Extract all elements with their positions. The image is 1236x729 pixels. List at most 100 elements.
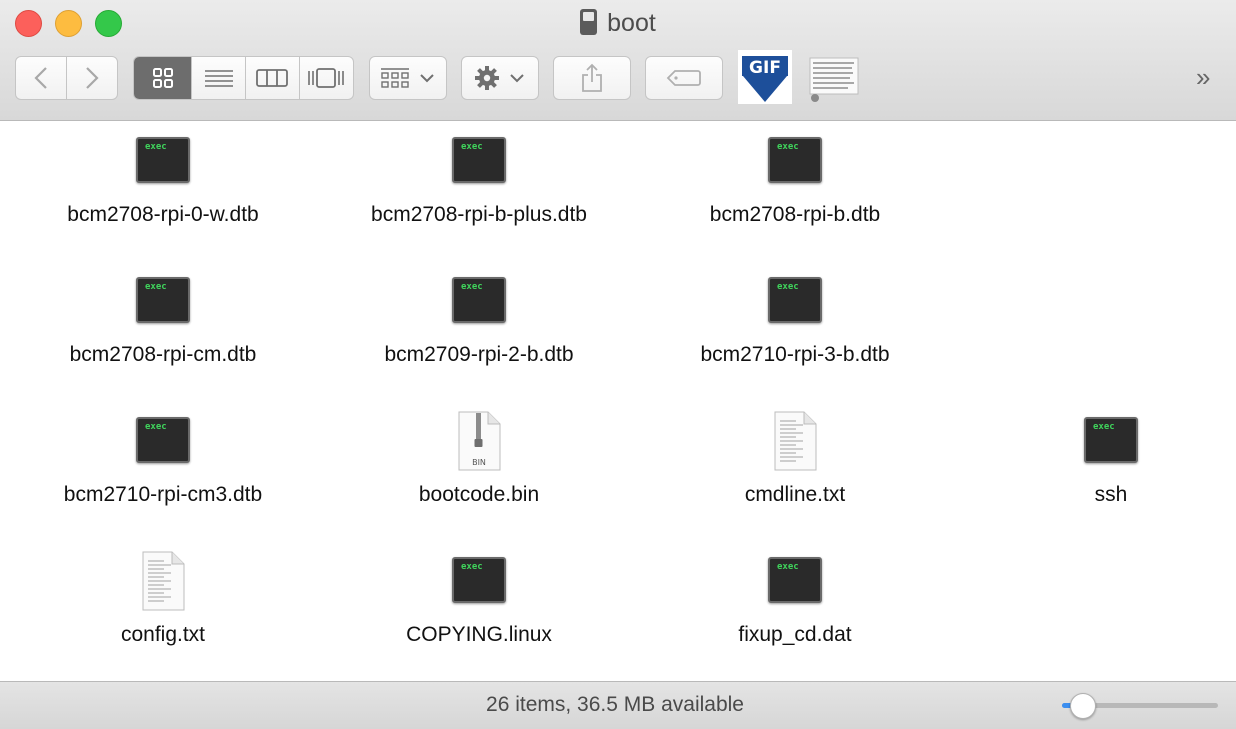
file-item[interactable]: exec bcm2710-rpi-cm3.dtb bbox=[13, 417, 313, 507]
exec-icon-label: exec bbox=[461, 142, 483, 152]
file-icon-wrap: exec bbox=[134, 137, 192, 187]
file-icon-wrap: exec bbox=[134, 417, 192, 467]
list-view-button[interactable] bbox=[192, 57, 246, 99]
window-title-text: boot bbox=[607, 9, 656, 37]
file-icon-wrap bbox=[134, 551, 192, 611]
file-name-label: bcm2708-rpi-b-plus.dtb bbox=[371, 203, 587, 226]
icon-view-button[interactable] bbox=[134, 57, 193, 99]
file-item[interactable]: config.txt bbox=[13, 551, 313, 647]
file-icon-grid: exec bcm2708-rpi-0-w.dtb exec bcm2708-rpi-b… bbox=[0, 121, 1236, 681]
file-name-label: COPYING.linux bbox=[406, 623, 552, 646]
file-name-label: bcm2708-rpi-cm.dtb bbox=[69, 343, 257, 366]
chevron-left-icon bbox=[34, 67, 47, 89]
exec-icon-label: exec bbox=[777, 282, 799, 292]
gear-icon bbox=[475, 66, 499, 90]
toolbar-overflow-button[interactable]: » bbox=[1196, 62, 1210, 93]
gif-app-icon[interactable]: GIF bbox=[738, 50, 792, 104]
file-item[interactable]: exec bcm2710-rpi-3-b.dtb bbox=[645, 277, 945, 367]
coverflow-view-icon bbox=[308, 68, 345, 88]
binary-file-icon: BIN bbox=[458, 411, 501, 471]
chevron-right-icon bbox=[85, 67, 99, 89]
executable-file-icon: exec bbox=[768, 137, 822, 183]
column-view-icon bbox=[256, 69, 289, 87]
file-name-label: bcm2708-rpi-0-w.dtb bbox=[67, 203, 259, 226]
executable-file-icon: exec bbox=[452, 137, 506, 183]
font-document-icon[interactable] bbox=[808, 56, 860, 104]
file-icon-wrap: exec bbox=[450, 557, 508, 607]
file-icon-wrap: exec bbox=[766, 137, 824, 187]
text-file-icon bbox=[142, 551, 185, 611]
exec-icon-label: exec bbox=[461, 562, 483, 572]
file-item[interactable]: exec fixup_cd.dat bbox=[645, 557, 945, 647]
window-title: boot bbox=[0, 6, 1236, 40]
action-button[interactable] bbox=[461, 56, 539, 100]
file-item[interactable]: exec bcm2708-rpi-0-w.dtb bbox=[13, 137, 313, 227]
back-button[interactable] bbox=[16, 57, 67, 99]
file-icon-wrap: exec bbox=[766, 557, 824, 607]
file-item[interactable]: exec bcm2708-rpi-b.dtb bbox=[645, 137, 945, 227]
column-view-button[interactable] bbox=[246, 57, 300, 99]
executable-file-icon: exec bbox=[768, 277, 822, 323]
file-icon-wrap: BIN bbox=[450, 411, 508, 471]
executable-file-icon: exec bbox=[1084, 417, 1138, 463]
file-item[interactable]: exec COPYING.linux bbox=[329, 557, 629, 647]
file-icon-wrap bbox=[766, 411, 824, 471]
file-item[interactable]: cmdline.txt bbox=[645, 411, 945, 507]
status-text: 26 items, 36.5 MB available bbox=[486, 693, 744, 716]
text-file-icon bbox=[774, 411, 817, 471]
file-name-label: bcm2710-rpi-cm3.dtb bbox=[63, 483, 263, 506]
file-icon-wrap: exec bbox=[450, 277, 508, 327]
status-bar: 26 items, 36.5 MB available bbox=[0, 681, 1236, 729]
file-item[interactable]: exec bcm2708-rpi-b-plus.dtb bbox=[329, 137, 629, 227]
executable-file-icon: exec bbox=[768, 557, 822, 603]
sd-card-icon bbox=[580, 9, 598, 35]
svg-text:GIF: GIF bbox=[749, 58, 781, 78]
exec-icon-label: exec bbox=[777, 562, 799, 572]
file-name-label: config.txt bbox=[120, 623, 206, 646]
file-name-label: bcm2708-rpi-b.dtb bbox=[709, 203, 881, 226]
executable-file-icon: exec bbox=[452, 557, 506, 603]
icon-view-icon bbox=[152, 68, 173, 88]
file-item[interactable]: BIN bootcode.bin bbox=[329, 411, 629, 507]
group-by-button[interactable] bbox=[369, 56, 447, 100]
executable-file-icon: exec bbox=[136, 277, 190, 323]
file-icon-wrap: exec bbox=[1082, 417, 1140, 467]
exec-icon-label: exec bbox=[777, 142, 799, 152]
nav-buttons bbox=[15, 56, 118, 100]
chevron-down-icon bbox=[420, 74, 434, 83]
exec-icon-label: exec bbox=[145, 422, 167, 432]
share-button[interactable] bbox=[553, 56, 631, 100]
exec-icon-label: exec bbox=[1093, 422, 1115, 432]
tags-button[interactable] bbox=[645, 56, 723, 100]
file-icon-wrap: exec bbox=[134, 277, 192, 327]
file-item[interactable]: exec ssh bbox=[961, 417, 1236, 507]
group-icon bbox=[381, 68, 409, 88]
file-name-label: bcm2709-rpi-2-b.dtb bbox=[384, 343, 574, 366]
executable-file-icon: exec bbox=[136, 137, 190, 183]
file-item[interactable]: exec bcm2709-rpi-2-b.dtb bbox=[329, 277, 629, 367]
finder-window: boot GIF » exec bcm2708-rpi-0-w.dtb exec… bbox=[0, 0, 1236, 729]
file-icon-wrap: exec bbox=[766, 277, 824, 327]
file-name-label: bcm2710-rpi-3-b.dtb bbox=[700, 343, 890, 366]
list-view-icon bbox=[204, 70, 233, 87]
tag-icon bbox=[666, 70, 701, 86]
exec-icon-label: exec bbox=[461, 282, 483, 292]
view-mode-selector bbox=[133, 56, 354, 100]
exec-icon-label: exec bbox=[145, 282, 167, 292]
exec-icon-label: exec bbox=[145, 142, 167, 152]
file-name-label: cmdline.txt bbox=[744, 483, 846, 506]
executable-file-icon: exec bbox=[136, 417, 190, 463]
share-icon bbox=[582, 63, 602, 92]
file-item[interactable]: exec bcm2708-rpi-cm.dtb bbox=[13, 277, 313, 367]
file-icon-wrap: exec bbox=[450, 137, 508, 187]
double-chevron-right-icon: » bbox=[1196, 62, 1211, 92]
file-name-label: bootcode.bin bbox=[418, 483, 540, 506]
svg-text:BIN: BIN bbox=[472, 458, 486, 467]
forward-button[interactable] bbox=[67, 57, 118, 99]
file-name-label: ssh bbox=[1094, 483, 1128, 506]
coverflow-view-button[interactable] bbox=[300, 57, 354, 99]
chevron-down-icon bbox=[510, 74, 524, 83]
file-name-label: fixup_cd.dat bbox=[738, 623, 852, 646]
title-toolbar: boot GIF » bbox=[0, 0, 1236, 121]
executable-file-icon: exec bbox=[452, 277, 506, 323]
